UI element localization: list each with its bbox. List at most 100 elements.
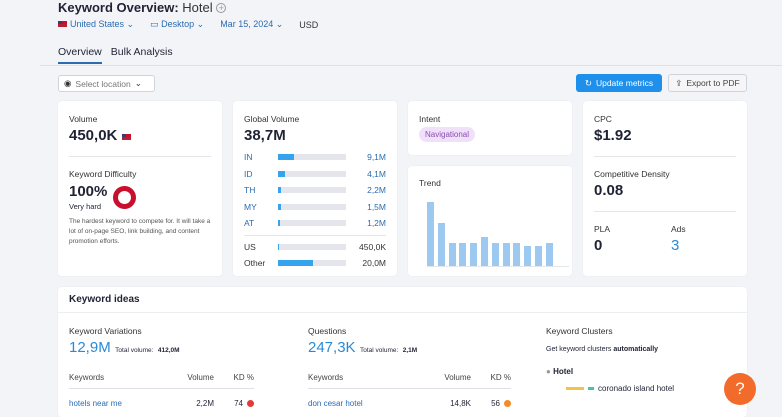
questions-value[interactable]: 247,3K — [308, 339, 356, 356]
location-select[interactable]: ◉ Select location ⌄ — [58, 75, 155, 92]
global-volume-label: Global Volume — [244, 114, 300, 124]
help-button[interactable]: ? — [724, 373, 756, 405]
volume-bar-fill — [278, 203, 281, 210]
global-volume-value: 38,7M — [244, 127, 286, 144]
country-code: US — [244, 241, 256, 252]
trend-bar — [448, 242, 456, 266]
monitor-icon: ▭ — [150, 19, 159, 29]
divider — [40, 65, 782, 66]
cpc-card: CPC $1.92 Competitive Density 0.08 PLA 0 … — [583, 101, 747, 276]
divider — [594, 211, 736, 212]
pla-value: 0 — [594, 237, 603, 254]
tab-overview[interactable]: Overview — [58, 46, 102, 64]
country-row: IN 9,1M — [244, 149, 386, 166]
keyword-link[interactable]: hotels near me — [69, 399, 169, 408]
table-row: don cesar hotel 14,8K 56 — [308, 399, 511, 408]
pla-label: PLA — [594, 224, 611, 234]
clusters-label: Keyword Clusters — [546, 326, 613, 336]
country-row: MY 1,5M — [244, 199, 386, 216]
volume-bar — [278, 170, 346, 177]
clusters-desc: Get keyword clusters — [546, 346, 612, 353]
density-label: Competitive Density — [594, 169, 670, 179]
trend-bar — [534, 246, 542, 266]
date-select[interactable]: Mar 15, 2024 ⌄ — [220, 19, 283, 30]
variations-section: Keyword Variations 12,9M Total volume: 4… — [69, 326, 180, 357]
country-row: AT 1,2M — [244, 215, 386, 232]
questions-total: 2,1M — [402, 347, 418, 354]
total-label: Total volume: — [360, 347, 399, 354]
col-kd: KD % — [490, 373, 511, 382]
intent-card: Intent Navigational — [408, 101, 572, 155]
us-flag-icon — [121, 134, 131, 140]
trend-chart — [427, 201, 569, 267]
volume-bar-fill — [278, 187, 282, 194]
kd-dot-icon — [247, 400, 254, 407]
volume-bar — [278, 220, 346, 227]
kd-dot-icon — [504, 400, 511, 407]
questions-label: Questions — [308, 326, 347, 336]
trend-bar — [513, 242, 521, 266]
trend-card: Trend — [408, 166, 572, 276]
page-title: Keyword Overview: Hotel + — [58, 0, 227, 15]
table-row: hotels near me 2,2M 74 — [69, 399, 254, 408]
upload-icon: ⇪ — [675, 77, 683, 88]
currency-label: USD — [299, 19, 319, 30]
keyword-ideas-card: Keyword ideas Keyword Variations 12,9M T… — [58, 287, 747, 417]
volume-bar-fill — [278, 243, 280, 250]
kd-description: The hardest keyword to compete for. It w… — [69, 218, 211, 245]
location-pin-icon: ◉ — [64, 78, 72, 88]
volume-bar — [278, 259, 346, 266]
volume-bar-fill — [278, 154, 294, 161]
country-row: ID 4,1M — [244, 166, 386, 183]
country-select[interactable]: United States ⌄ — [58, 19, 134, 30]
clusters-section: Keyword Clusters Get keyword clusters au… — [546, 326, 674, 393]
country-code: ID — [244, 168, 253, 179]
tabs: Overview Bulk Analysis — [58, 46, 173, 64]
row-kd: 74 — [234, 399, 243, 408]
tab-bulk-analysis[interactable]: Bulk Analysis — [111, 46, 173, 64]
ads-value[interactable]: 3 — [671, 237, 686, 254]
country-code: IN — [244, 152, 253, 163]
country-volume: 1,5M — [367, 201, 386, 212]
chevron-down-icon: ⌄ — [134, 78, 142, 88]
col-keywords: Keywords — [69, 373, 105, 382]
country-label: United States — [70, 19, 125, 29]
volume-bar — [278, 243, 346, 250]
trend-bar — [459, 242, 467, 266]
add-icon[interactable]: + — [216, 3, 227, 13]
country-volume: 9,1M — [367, 152, 386, 163]
date-label: Mar 15, 2024 — [220, 19, 274, 29]
volume-value: 450,0K — [69, 127, 211, 144]
divider — [594, 156, 736, 157]
country-row: Other 20,0M — [244, 255, 386, 272]
row-kd: 56 — [491, 399, 500, 408]
volume-bar — [278, 203, 346, 210]
update-metrics-button[interactable]: ↻ Update metrics — [576, 74, 662, 92]
trend-bar — [545, 242, 553, 266]
country-row: US 450,0K — [244, 234, 386, 255]
cluster-child: coronado island hotel — [598, 384, 675, 393]
keyword-link[interactable]: don cesar hotel — [308, 399, 426, 408]
country-code: AT — [244, 218, 255, 229]
kd-label: Keyword Difficulty — [69, 169, 137, 179]
cpc-label: CPC — [594, 114, 612, 124]
density-value: 0.08 — [594, 182, 624, 199]
device-select[interactable]: ▭ Desktop ⌄ — [150, 19, 204, 30]
variations-total: 412,0M — [157, 347, 180, 354]
total-label: Total volume: — [115, 347, 154, 354]
row-volume: 2,2M — [196, 399, 214, 408]
cluster-root: Hotel — [553, 367, 574, 376]
trend-bar — [502, 242, 510, 266]
keyword-ideas-title: Keyword ideas — [58, 287, 747, 313]
country-volume: 1,2M — [367, 218, 386, 229]
variations-value[interactable]: 12,9M — [69, 339, 111, 356]
country-code: Other — [244, 257, 266, 268]
trend-bar — [437, 223, 445, 266]
global-volume-card: Global Volume 38,7M IN 9,1M ID 4,1M TH 2,2M MY… — [233, 101, 397, 276]
variations-table: Keywords Volume KD % hotels near me 2,2M 74 — [69, 373, 254, 408]
export-pdf-button[interactable]: ⇪ Export to PDF — [668, 74, 747, 92]
questions-table: Keywords Volume KD % don cesar hotel 14,8K 5… — [297, 373, 511, 408]
volume-label: Volume — [69, 114, 98, 124]
cluster-bar — [566, 387, 584, 390]
volume-bar — [278, 187, 346, 194]
